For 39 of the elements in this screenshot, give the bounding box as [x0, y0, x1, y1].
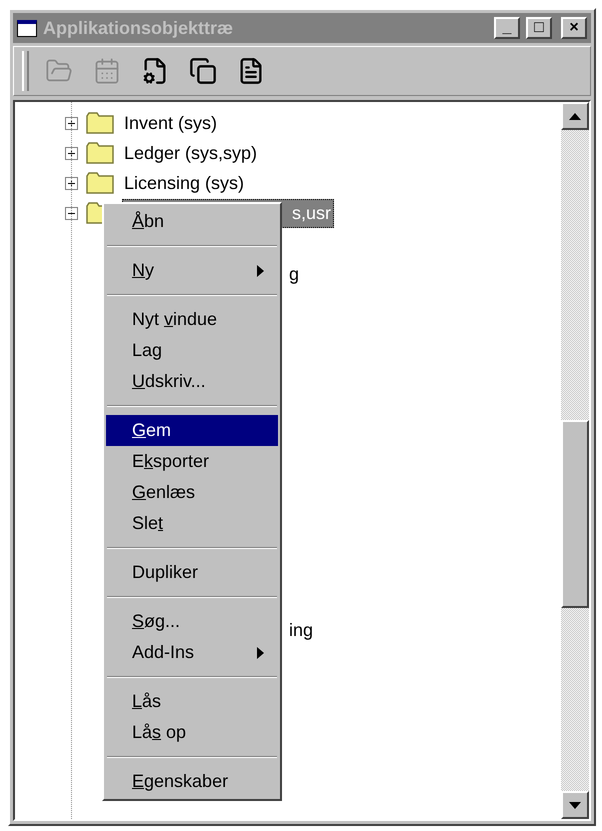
- menu-item[interactable]: Slet: [106, 508, 278, 539]
- menu-item[interactable]: Lås: [106, 686, 278, 717]
- menu-item[interactable]: Søg...: [106, 606, 278, 637]
- tree-item[interactable]: g: [289, 260, 300, 288]
- expand-icon[interactable]: [65, 146, 78, 160]
- scrollbar[interactable]: [561, 102, 589, 819]
- folder-icon: [86, 172, 114, 194]
- menu-item[interactable]: Egenskaber: [106, 766, 278, 797]
- scroll-up-button[interactable]: [561, 102, 589, 130]
- menu-item[interactable]: Lag: [106, 335, 278, 366]
- scroll-down-button[interactable]: [561, 791, 589, 819]
- collapse-icon[interactable]: [65, 206, 78, 220]
- folder-icon: [86, 142, 114, 164]
- down-arrow-icon: [569, 802, 581, 808]
- expand-icon[interactable]: [65, 176, 78, 190]
- menu-item[interactable]: Gem: [106, 415, 278, 446]
- menu-item[interactable]: Lås op: [106, 717, 278, 748]
- tree-item[interactable]: Licensing (sys): [122, 170, 246, 196]
- menu-item[interactable]: Ny: [106, 255, 278, 286]
- tree-item[interactable]: Ledger (sys,syp): [122, 140, 260, 166]
- menu-item[interactable]: Genlæs: [106, 477, 278, 508]
- expand-icon[interactable]: [65, 116, 78, 130]
- window-control-button[interactable]: _: [494, 17, 520, 39]
- menu-item[interactable]: Dupliker: [106, 557, 278, 588]
- menu-item[interactable]: Nyt vindue: [106, 304, 278, 335]
- menu-item[interactable]: Åbn: [106, 206, 278, 237]
- window-title: Applikationsobjekttræ: [43, 16, 234, 40]
- window-icon: [17, 20, 37, 36]
- window-control-button[interactable]: ×: [561, 17, 587, 39]
- tree-item[interactable]: Invent (sys): [122, 110, 220, 136]
- scroll-thumb[interactable]: [561, 420, 589, 608]
- window-control-button[interactable]: □: [526, 17, 552, 39]
- menu-item[interactable]: Add-Ins: [106, 637, 278, 668]
- up-arrow-icon: [569, 112, 581, 120]
- menu-item[interactable]: Eksporter: [106, 446, 278, 477]
- menu-item[interactable]: Udskriv...: [106, 366, 278, 397]
- folder-icon: [86, 112, 114, 134]
- toolbar-grip: [22, 51, 29, 91]
- tree-item[interactable]: ing: [289, 616, 314, 644]
